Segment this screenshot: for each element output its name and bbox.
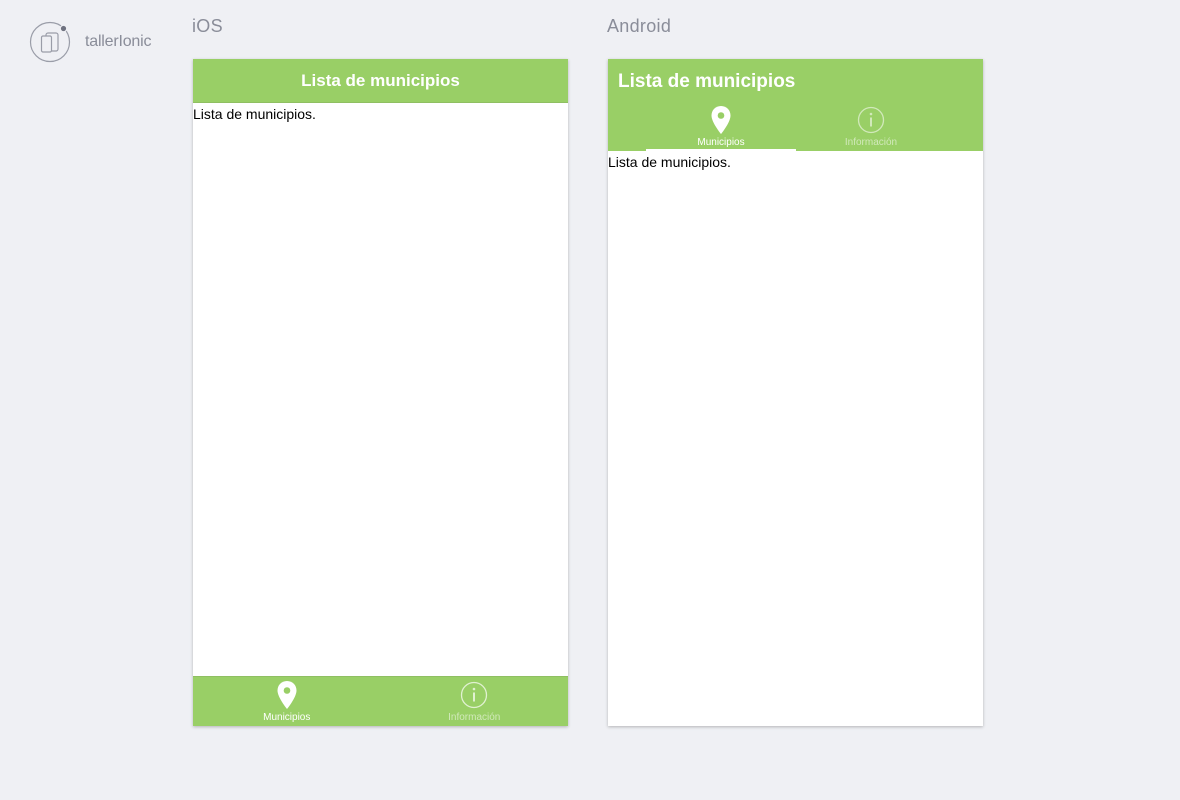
ios-header-bar: Lista de municipios (193, 59, 568, 103)
android-platform-label: Android (607, 16, 672, 36)
ios-tab-bar: Municipios Información (193, 676, 568, 726)
android-tab-label: Información (844, 137, 898, 148)
brand-name: tallerIonic (85, 33, 152, 50)
ios-page-title: Lista de municipios (301, 70, 460, 90)
info-icon (857, 106, 885, 134)
ios-tab-label: Información (448, 712, 501, 723)
ios-platform-label: iOS (192, 16, 223, 36)
android-page-title: Lista de municipios (618, 71, 796, 92)
location-pin-icon (277, 681, 297, 709)
ios-tab-informacion[interactable]: Información (381, 677, 569, 726)
android-tab-label: Municipios (697, 137, 745, 148)
android-content-text: Lista de municipios. (608, 154, 731, 170)
ios-device-frame: Lista de municipios Lista de municipios.… (193, 59, 568, 726)
ios-content-text: Lista de municipios. (193, 106, 316, 122)
location-pin-icon (711, 106, 731, 134)
ionic-lab-logo-icon (29, 21, 71, 63)
android-tab-bar: Municipios Información (646, 104, 946, 151)
android-tab-municipios[interactable]: Municipios (646, 104, 796, 151)
android-header-bar: Lista de municipios Municipios Informaci… (608, 59, 983, 151)
ios-tab-label: Municipios (263, 712, 311, 723)
info-icon (461, 681, 488, 709)
android-tab-informacion[interactable]: Información (796, 104, 946, 151)
android-device-frame: Lista de municipios Municipios Informaci… (608, 59, 983, 726)
ios-tab-municipios[interactable]: Municipios (193, 677, 381, 726)
brand: tallerIonic (29, 21, 151, 63)
